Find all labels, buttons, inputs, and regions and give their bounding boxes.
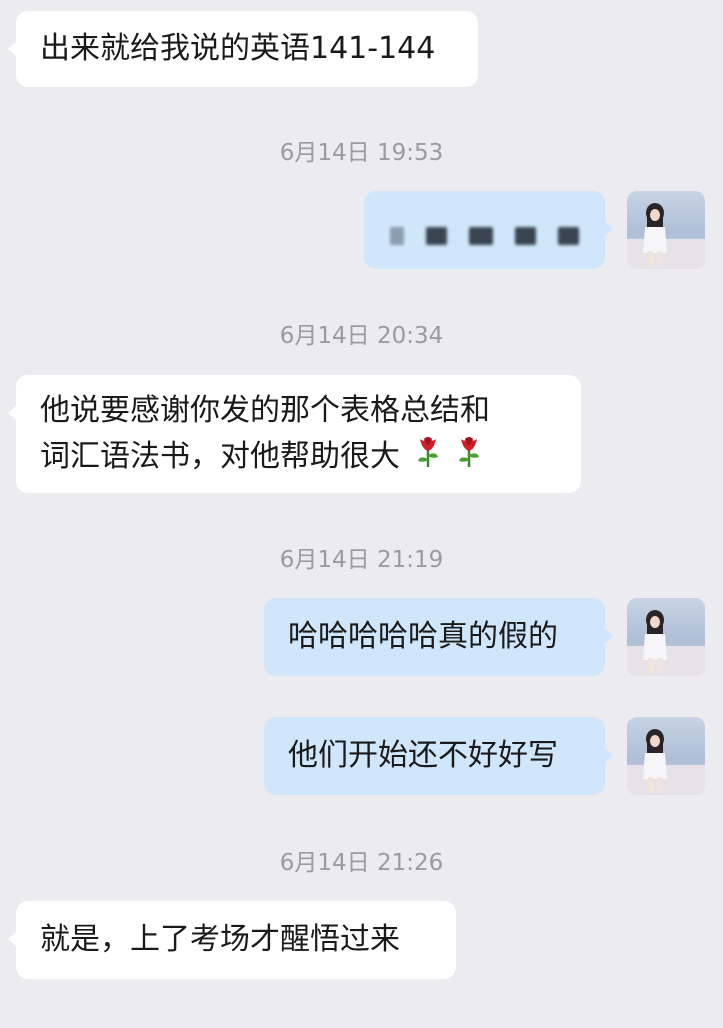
bubble-tail [8,41,17,57]
bubble-tail [8,405,17,421]
message-bubble-received[interactable]: 他说要感谢你发的那个表格总结和 词汇语法书，对他帮助很大 [8,375,581,493]
message-text: 他们开始还不好好写 [288,738,558,773]
bubble-tail [604,747,613,763]
message-timestamp: 6月14日 21:19 [279,547,444,573]
message-bubble-sent-redacted[interactable] [364,191,613,269]
message-text: 就是，上了考场才醒悟过来 [40,922,400,957]
message-timestamp: 6月14日 20:34 [279,323,444,349]
message-text-line-content: 词汇语法书，对他帮助很大 [40,439,400,474]
message-timestamp: 6月14日 21:26 [279,850,444,876]
message-bubble-received[interactable]: 出来就给我说的英语141-144 [8,11,478,87]
message-bubble-sent[interactable]: 他们开始还不好好写 [264,717,613,795]
message-text: 哈哈哈哈哈真的假的 [288,619,558,654]
message-text-line: 他说要感谢你发的那个表格总结和 [40,393,490,428]
bubble-tail [604,628,613,644]
redacted-content [390,191,579,275]
avatar-image [627,598,705,676]
bubble-tail [604,221,613,237]
bubble-tail [8,931,17,947]
message-bubble-received[interactable]: 就是，上了考场才醒悟过来 [8,901,456,979]
avatar[interactable] [627,717,705,795]
message-timestamp: 6月14日 19:53 [279,140,444,166]
rose-icon [414,433,442,482]
message-bubble-sent[interactable]: 哈哈哈哈哈真的假的 [264,598,613,676]
avatar-image [627,191,705,269]
rose-icon [455,433,483,482]
message-text-line: 词汇语法书，对他帮助很大 [40,433,557,482]
avatar-image [627,717,705,795]
avatar[interactable] [627,598,705,676]
avatar[interactable] [627,191,705,269]
message-text: 出来就给我说的英语141-144 [40,31,436,66]
